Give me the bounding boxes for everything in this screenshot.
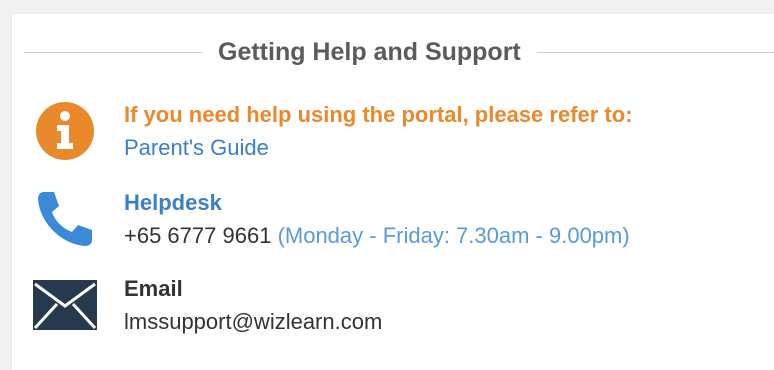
portal-help-heading: If you need help using the portal, pleas…	[124, 102, 633, 127]
parents-guide-link[interactable]: Parent's Guide	[124, 131, 633, 164]
helpdesk-hours: (Monday - Friday: 7.30am - 9.00pm)	[277, 223, 630, 248]
envelope-icon	[32, 272, 98, 338]
email-row: Email lmssupport@wizlearn.com	[32, 272, 774, 338]
helpdesk-contact-line: +65 6777 9661 (Monday - Friday: 7.30am -…	[124, 219, 630, 252]
header-rule-right	[536, 51, 774, 53]
helpdesk-phone[interactable]: +65 6777 9661	[124, 223, 271, 248]
email-address-link[interactable]: lmssupport@wizlearn.com	[124, 305, 382, 338]
support-panel: Getting Help and Support If you need hel…	[12, 14, 774, 370]
info-icon	[32, 98, 98, 164]
header-rule-left	[24, 51, 202, 53]
section-title: Getting Help and Support	[218, 37, 521, 66]
portal-help-text: If you need help using the portal, pleas…	[124, 98, 633, 164]
portal-help-row: If you need help using the portal, pleas…	[32, 98, 774, 164]
email-text: Email lmssupport@wizlearn.com	[124, 272, 382, 338]
helpdesk-heading: Helpdesk	[124, 190, 222, 215]
phone-icon	[32, 186, 98, 252]
helpdesk-text: Helpdesk +65 6777 9661 (Monday - Friday:…	[124, 186, 630, 252]
helpdesk-row: Helpdesk +65 6777 9661 (Monday - Friday:…	[32, 186, 774, 252]
email-heading: Email	[124, 276, 183, 301]
section-header: Getting Help and Support	[24, 34, 774, 70]
